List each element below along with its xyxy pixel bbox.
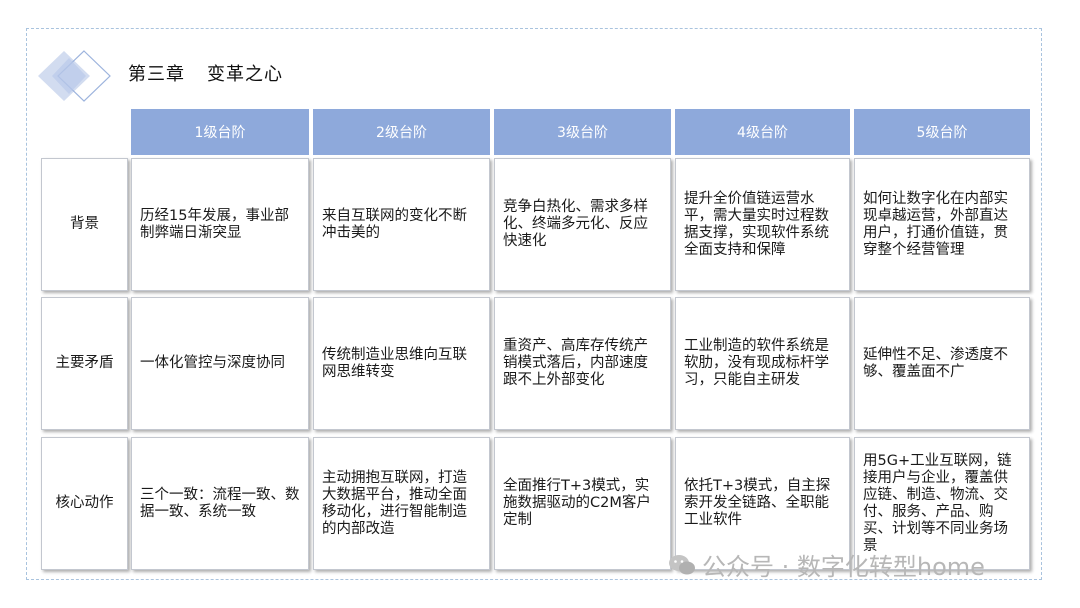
column-header-1: 1级台阶	[131, 109, 309, 155]
table-cell: 全面推行T+3模式，实施数据驱动的C2M客户定制	[494, 437, 671, 570]
table-cell: 来自互联网的变化不断冲击美的	[313, 158, 490, 291]
chapter-number: 第三章	[128, 64, 185, 85]
row-label: 背景	[41, 158, 128, 291]
column-header-2: 2级台阶	[313, 109, 490, 155]
wechat-icon	[669, 554, 695, 574]
table-cell: 如何让数字化在内部实现卓越运营，外部直达用户，打通价值链，贯穿整个经营管理	[854, 158, 1030, 291]
watermark: 公众号 · 数字化转型home	[668, 547, 985, 582]
page-title: 第三章 变革之心	[128, 60, 283, 86]
table-cell: 竞争白热化、需求多样化、终端多元化、反应快速化	[494, 158, 671, 291]
table-cell: 主动拥抱互联网，打造大数据平台，推动全面移动化，进行智能制造的内部改造	[313, 437, 490, 570]
table-cell: 历经15年发展，事业部制弊端日渐突显	[131, 158, 309, 291]
table-cell: 提升全价值链运营水平，需大量实时过程数据支撑，实现软件系统全面支持和保障	[675, 158, 850, 291]
column-header-3: 3级台阶	[494, 109, 671, 155]
diamond-logo-icon	[38, 50, 111, 102]
watermark-text: 公众号 · 数字化转型home	[702, 553, 985, 581]
table-cell: 传统制造业思维向互联网思维转变	[313, 297, 490, 430]
column-header-4: 4级台阶	[675, 109, 850, 155]
table-cell: 三个一致：流程一致、数据一致、系统一致	[131, 437, 309, 570]
chapter-name: 变革之心	[207, 64, 283, 85]
table-cell: 重资产、高库存传统产销模式落后，内部速度跟不上外部变化	[494, 297, 671, 430]
table-cell: 工业制造的软件系统是软肋，没有现成标杆学习，只能自主研发	[675, 297, 850, 430]
column-header-5: 5级台阶	[854, 109, 1030, 155]
table-cell: 一体化管控与深度协同	[131, 297, 309, 430]
table-cell: 延伸性不足、渗透度不够、覆盖面不广	[854, 297, 1030, 430]
row-label: 核心动作	[41, 437, 128, 570]
row-label: 主要矛盾	[41, 297, 128, 430]
